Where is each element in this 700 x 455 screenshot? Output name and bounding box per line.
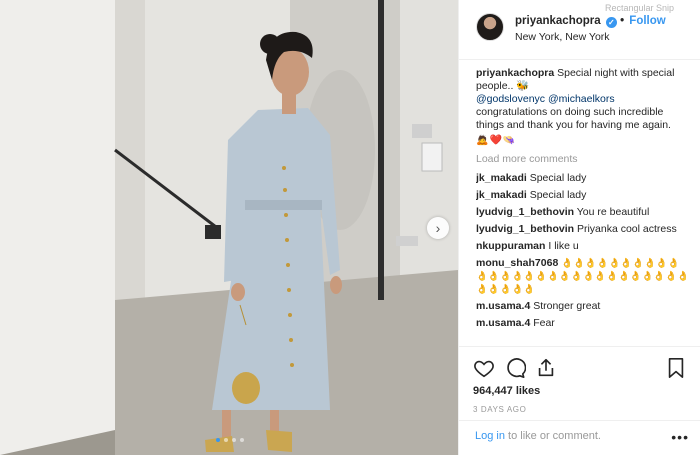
comment-username[interactable]: monu_shah7068 <box>476 257 558 269</box>
follow-button[interactable]: Follow <box>629 15 665 27</box>
comment-username[interactable]: jk_makadi <box>476 189 527 201</box>
comment-text: Special lady <box>529 172 587 184</box>
carousel-dot <box>224 438 228 442</box>
verified-badge-icon: ✓ <box>605 17 617 28</box>
comment-username[interactable]: lyudvig_1_bethovin <box>476 223 574 235</box>
mention-link[interactable]: @godslovenyc <box>476 93 545 105</box>
login-prompt-text: to like or comment. <box>508 430 601 442</box>
post-side-panel: priyankachopra ✓ • Follow New York, New … <box>458 0 700 455</box>
comment-text: I like u <box>548 240 579 252</box>
location-link[interactable]: New York, New York <box>515 31 610 43</box>
share-icon[interactable] <box>535 357 557 379</box>
carousel-dot <box>240 438 244 442</box>
next-photo-button[interactable]: › <box>427 217 449 239</box>
login-link[interactable]: Log in <box>475 430 505 442</box>
like-heart-icon[interactable] <box>473 357 495 379</box>
avatar[interactable] <box>476 13 504 41</box>
comment-text: Fear <box>533 317 555 329</box>
comment-text: Priyanka cool actress <box>576 223 677 235</box>
comment: lyudvig_1_bethovin Priyanka cool actress <box>476 223 691 236</box>
snip-overlay-label: Rectangular Snip <box>605 3 675 13</box>
caption: priyankachopra Special night with specia… <box>476 67 691 147</box>
carousel-dots <box>216 438 244 442</box>
comment-text: Special lady <box>529 189 587 201</box>
post-photo[interactable]: › <box>0 0 458 455</box>
comment-username[interactable]: nkuppuraman <box>476 240 545 252</box>
username-link[interactable]: priyankachopra <box>515 15 601 27</box>
comment-username[interactable]: m.usama.4 <box>476 300 530 312</box>
comment-username[interactable]: m.usama.4 <box>476 317 530 329</box>
carousel-dot <box>232 438 236 442</box>
load-more-comments-button[interactable]: Load more comments <box>476 153 691 166</box>
comments-list[interactable]: priyankachopra Special night with specia… <box>476 67 691 345</box>
mention-link[interactable]: @michaelkors <box>548 93 615 105</box>
post-author: priyankachopra ✓ • Follow <box>515 15 666 28</box>
action-icons <box>473 353 687 381</box>
post-actions: 964,447 likes 3 DAYS AGO <box>459 346 700 414</box>
post-header: priyankachopra ✓ • Follow New York, New … <box>459 0 700 60</box>
more-options-icon[interactable]: ••• <box>671 429 689 445</box>
comment-bubble-icon[interactable] <box>504 357 526 379</box>
comment-text: Stronger great <box>533 300 601 312</box>
comment: jk_makadi Special lady <box>476 189 691 202</box>
comment: m.usama.4 Stronger great <box>476 300 691 313</box>
comment: monu_shah7068 👌👌👌👌👌👌👌👌👌👌👌👌👌👌👌👌👌👌👌👌👌👌👌👌👌👌… <box>476 257 691 296</box>
bookmark-icon[interactable] <box>665 357 687 379</box>
comment-username[interactable]: lyudvig_1_bethovin <box>476 206 574 218</box>
comment: m.usama.4 Fear <box>476 317 691 330</box>
comment-username[interactable]: jk_makadi <box>476 172 527 184</box>
bee-emoji-icon: 🐝 <box>516 80 530 92</box>
caption-text-2: congratulations on doing such incredible… <box>476 106 671 131</box>
photo-scene <box>0 0 458 455</box>
login-footer: Log in to like or comment. ••• <box>459 420 700 455</box>
comment: nkuppuraman I like u <box>476 240 691 253</box>
caption-emoji-row: 🙇❤️👒 <box>476 135 517 146</box>
comment: jk_makadi Special lady <box>476 172 691 185</box>
post-timestamp[interactable]: 3 DAYS AGO <box>473 405 687 414</box>
carousel-dot <box>216 438 220 442</box>
separator: • <box>620 15 625 27</box>
comment-text: You re beautiful <box>576 206 650 218</box>
caption-username[interactable]: priyankachopra <box>476 67 554 79</box>
comment: lyudvig_1_bethovin You re beautiful <box>476 206 691 219</box>
like-count[interactable]: 964,447 likes <box>473 385 687 397</box>
